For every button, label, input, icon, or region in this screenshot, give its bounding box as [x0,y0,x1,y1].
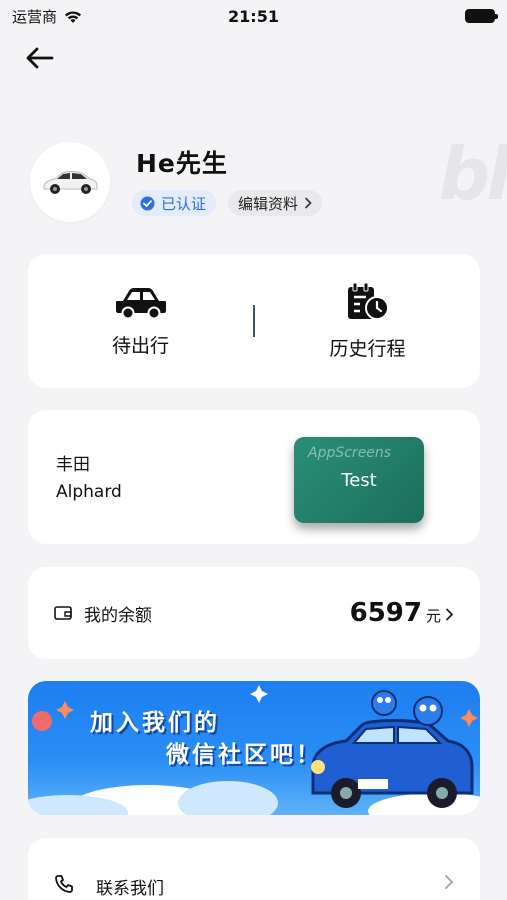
watermark-text: AppScreens [308,445,392,461]
chevron-right-icon [304,197,312,209]
status-bar: 运营商 21:51 [0,0,507,32]
contact-us-label: 联系我们 [96,879,164,899]
car-icon [115,285,167,319]
avatar[interactable] [30,142,110,222]
trips-card: 待出行 历史行程 [28,254,480,388]
calendar-clock-icon [346,282,390,322]
vehicle-card: 丰田 Alphard AppScreens Test [28,410,480,544]
banner-title-line2: 微信社区吧！ [166,742,322,768]
pending-trips-label: 待出行 [111,334,169,357]
verified-badge: 已认证 [132,190,217,216]
back-arrow-icon [26,47,54,69]
balance-label: 我的余额 [84,605,152,626]
balance-unit: 元 [425,607,441,625]
verified-icon [140,196,155,211]
edit-profile-label: 编辑资料 [238,194,299,213]
chevron-right-icon [444,874,454,890]
profile-badges: 已认证 编辑资料 [132,190,323,216]
car-avatar-image [43,171,98,194]
carrier-label: 运营商 [12,7,58,26]
status-time: 21:51 [228,6,279,26]
pending-trips-button[interactable]: 待出行 [28,285,253,358]
balance-value: 6597 元 [350,598,454,628]
test-button[interactable]: AppScreens Test [294,437,424,523]
balance-card[interactable]: 我的余额 6597 元 [28,567,480,659]
edit-profile-button[interactable]: 编辑资料 [228,190,323,216]
test-button-label: Test [341,469,377,491]
wechat-community-banner[interactable]: 加入我们的 微信社区吧！ [28,681,480,815]
verified-label: 已认证 [161,194,207,213]
chevron-right-icon [445,608,454,621]
history-trips-label: 历史行程 [329,337,406,360]
contact-us-row[interactable]: 联系我们 [28,838,480,900]
profile-header: He先生 已认证 编辑资料 [30,142,480,222]
vehicle-model: Alphard [56,482,122,502]
status-left: 运营商 [12,6,83,27]
wallet-icon [54,605,72,621]
phone-icon [54,874,74,894]
balance-amount: 6597 [349,598,422,628]
battery-icon [465,9,498,23]
wifi-icon [63,9,83,24]
user-name: He先生 [136,149,228,178]
banner-title-line1: 加入我们的 [90,710,220,736]
back-button[interactable] [22,40,58,76]
history-trips-button[interactable]: 历史行程 [255,282,480,361]
vehicle-brand: 丰田 [56,455,90,475]
